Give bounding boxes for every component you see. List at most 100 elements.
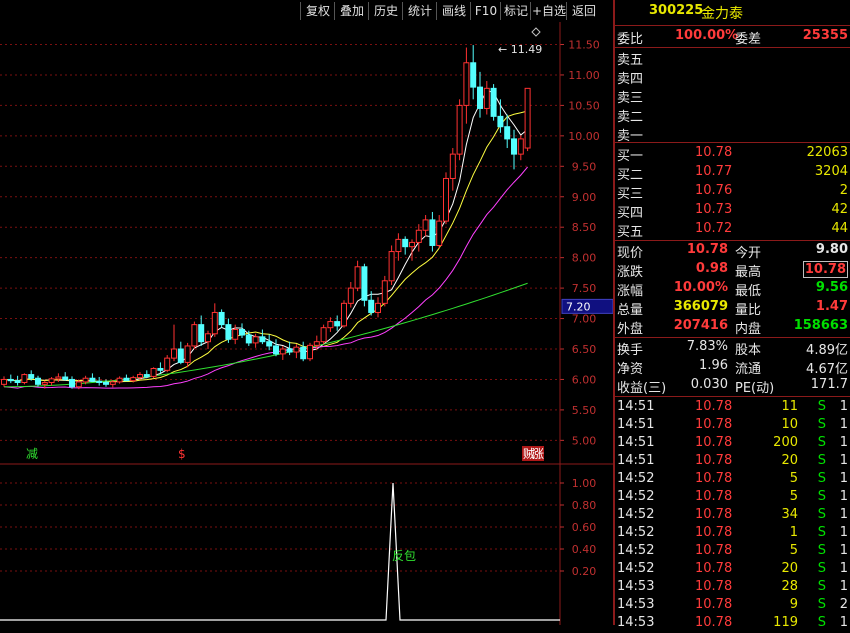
- ask-row: 卖三: [615, 87, 850, 106]
- fin-row: 换手 7.83% 股本 4.89亿: [615, 339, 850, 358]
- candle-body: [429, 219, 436, 246]
- tick-time: 14:52: [617, 543, 655, 558]
- tick-time: 14:52: [617, 507, 655, 522]
- tick-price: 10.78: [695, 417, 733, 432]
- stat-label: 最高: [735, 265, 762, 280]
- candle-body: [375, 302, 381, 313]
- candle-body: [205, 333, 211, 343]
- bid-volume: 44: [831, 221, 848, 236]
- fin-row: 收益(三) 0.030 PE(动) 171.7: [615, 377, 850, 396]
- toolbar-button-7[interactable]: +自选: [530, 2, 567, 20]
- fin-value: 7.83%: [686, 339, 728, 354]
- candle-body: [497, 115, 504, 128]
- price-tick-label: 5.50: [572, 404, 597, 417]
- diamond-icon[interactable]: [531, 27, 541, 37]
- candle-body: [1, 378, 7, 385]
- bid-price: 10.76: [695, 183, 733, 198]
- candle-body: [7, 378, 14, 382]
- price-tick-label: 8.50: [572, 221, 597, 234]
- toolbar-button-1[interactable]: 叠加: [334, 2, 369, 20]
- toolbar-button-6[interactable]: 标记: [500, 2, 531, 20]
- kline-chart[interactable]: 11.50 11.00 10.50 10.00 9.50 9.00 8.50 8.00 7.50…: [0, 22, 614, 625]
- candle-body: [381, 280, 388, 304]
- tick-count: 1: [839, 543, 848, 558]
- stat-label: 量比: [735, 303, 762, 318]
- tick-row: 14:52 10.78 5 S 1: [615, 489, 850, 507]
- stock-code: 300225: [649, 3, 704, 18]
- tick-side: S: [817, 579, 826, 594]
- fin-value: 171.7: [810, 377, 848, 392]
- candle-body: [524, 87, 531, 149]
- tick-row: 14:53 10.78 28 S 1: [615, 579, 850, 597]
- tick-side: S: [817, 507, 826, 522]
- ask-label: 卖四: [617, 72, 644, 87]
- tick-side: S: [817, 615, 826, 630]
- bid-price: 10.77: [695, 164, 733, 179]
- toolbar-button-2[interactable]: 历史: [368, 2, 403, 20]
- tick-volume: 5: [789, 489, 798, 504]
- tick-row: 14:52 10.78 34 S 1: [615, 507, 850, 525]
- candle-body: [511, 138, 517, 155]
- toolbar-button-3[interactable]: 统计: [402, 2, 437, 20]
- stat-row: 涨幅 10.00% 最低 9.56: [615, 280, 850, 299]
- tick-price: 10.78: [695, 561, 733, 576]
- tick-volume: 200: [773, 435, 798, 450]
- candle-body: [75, 381, 82, 388]
- candle-body: [35, 377, 41, 385]
- candle-body: [477, 86, 483, 109]
- tick-time: 14:52: [617, 561, 655, 576]
- stat-value: 10.00%: [673, 280, 728, 295]
- tick-volume: 34: [781, 507, 798, 522]
- price-tick-label: 5.00: [572, 434, 597, 447]
- stat-value: 10.78: [686, 242, 728, 257]
- candle-body: [279, 348, 286, 355]
- candle-body: [218, 311, 225, 326]
- chart-toolbar: 复权 叠加 历史 统计 画线 F10 标记 +自选 返回: [0, 0, 613, 22]
- stat-value: 207416: [673, 318, 728, 333]
- tick-time: 14:51: [617, 453, 655, 468]
- candle-body: [103, 381, 109, 385]
- toolbar-button-5[interactable]: F10: [470, 2, 501, 20]
- bid-label: 买五: [617, 225, 644, 240]
- candle-body: [313, 341, 320, 346]
- candle-body: [504, 126, 511, 140]
- stat-row: 现价 10.78 今开 9.80: [615, 242, 850, 261]
- tick-count: 1: [839, 453, 848, 468]
- candle-body: [273, 345, 279, 355]
- candle-body: [463, 62, 470, 106]
- candle-body: [334, 321, 341, 327]
- stock-header[interactable]: 300225 金力泰: [615, 3, 850, 22]
- stock-name: 金力泰: [701, 6, 743, 22]
- price-tick-label: 6.50: [572, 343, 597, 356]
- tick-time: 14:53: [617, 579, 655, 594]
- toolbar-button-4[interactable]: 画线: [436, 2, 471, 20]
- tick-time: 14:53: [617, 615, 655, 630]
- tick-volume: 119: [773, 615, 798, 630]
- candle-body: [490, 87, 497, 117]
- tick-volume: 5: [789, 471, 798, 486]
- stat-value: 158663: [793, 318, 848, 333]
- ma-line: [3, 282, 528, 388]
- tick-time: 14:52: [617, 489, 655, 504]
- candle-body: [422, 219, 429, 231]
- indicator-tick-label: 0.80: [572, 499, 597, 512]
- bid-label: 买一: [617, 149, 644, 164]
- bid-label: 买四: [617, 206, 644, 221]
- chart-area[interactable]: 11.50 11.00 10.50 10.00 9.50 9.00 8.50 8.00 7.50…: [0, 22, 614, 625]
- quote-panel: 300225 金力泰 委比 100.00% 委差 25355 卖五 卖四 卖三 卖二卖…: [613, 0, 850, 630]
- tick-price: 10.78: [695, 489, 733, 504]
- tick-count: 1: [839, 417, 848, 432]
- weicha-value: 25355: [802, 28, 848, 43]
- bid-row: 买五 10.72 44: [615, 221, 850, 240]
- toolbar-button-0[interactable]: 复权: [300, 2, 335, 20]
- stat-label: 总量: [617, 303, 644, 318]
- tick-row: 14:51 10.78 10 S 1: [615, 417, 850, 435]
- candle-body: [96, 380, 103, 383]
- candle-body: [164, 357, 171, 371]
- indicator-tick-label: 1.00: [572, 477, 597, 490]
- indicator-line: [0, 482, 560, 621]
- tick-price: 10.78: [695, 615, 733, 630]
- fin-label: 净资: [617, 362, 644, 377]
- toolbar-button-8[interactable]: 返回: [566, 2, 601, 20]
- tick-price: 10.78: [695, 471, 733, 486]
